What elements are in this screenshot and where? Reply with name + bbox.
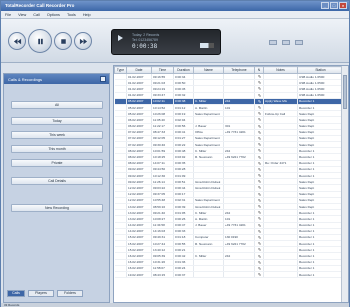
maximize-button[interactable]: □	[330, 2, 338, 9]
menu-view[interactable]: View	[18, 13, 26, 17]
play-state-icon	[118, 35, 123, 41]
column-station[interactable]: Station	[297, 66, 344, 74]
forward-icon	[79, 38, 87, 44]
sidebar-header: Calls & Recordings	[4, 74, 109, 84]
scrollbar-thumb[interactable]	[343, 75, 347, 109]
column-notes[interactable]: Notes	[263, 66, 298, 74]
sidebar-menu-icon[interactable]	[100, 76, 106, 82]
call-details-button[interactable]: Call Details	[11, 177, 103, 185]
note-icon: ✎	[254, 271, 264, 279]
status-bar: 33 Records	[1, 303, 349, 307]
tab-folders[interactable]: Folders	[57, 290, 83, 297]
column-telephone[interactable]: Telephone	[223, 66, 255, 74]
menu-help[interactable]: Help	[83, 13, 91, 17]
menu-call[interactable]: Call	[33, 13, 40, 17]
new-recording-button[interactable]: New Recording	[11, 204, 103, 212]
tab-players[interactable]: Players	[28, 290, 54, 297]
menu-options[interactable]: Options	[47, 13, 60, 17]
view-option-2-button[interactable]	[282, 40, 290, 45]
column-time[interactable]: Time	[151, 66, 174, 74]
table-cell	[263, 271, 298, 279]
table-cell	[223, 271, 255, 279]
menu-bar: File View Call Options Tools Help	[1, 11, 349, 19]
app-window: TotalRecorder Call Recorder Pro _ □ × Fi…	[0, 0, 350, 307]
minimize-button[interactable]: _	[321, 2, 329, 9]
filter-private-button[interactable]: Private	[11, 159, 103, 167]
table-cell: Recorder 1	[297, 271, 344, 279]
table-cell	[114, 271, 127, 279]
sidebar-title: Calls & Recordings	[8, 77, 43, 82]
column-note-flag[interactable]: N	[254, 66, 264, 74]
calls-grid: Type Date Time Duration Name Telephone N…	[114, 66, 344, 279]
play-pause-button[interactable]	[28, 29, 52, 53]
vertical-scrollbar[interactable]	[341, 66, 348, 302]
calls-table: Type Date Time Duration Name Telephone N…	[113, 65, 349, 303]
display-time: 0:00:38	[132, 43, 158, 50]
rewind-icon	[13, 38, 21, 44]
table-cell	[193, 271, 224, 279]
table-row[interactable]: 19.02.2007 08:43:15 0:00:37 ✎ Recorder 1	[114, 271, 344, 279]
title-bar: TotalRecorder Call Recorder Pro _ □ ×	[1, 1, 349, 11]
stop-button[interactable]	[54, 32, 72, 50]
volume-meter[interactable]	[200, 43, 214, 48]
filter-week-button[interactable]: This week	[11, 131, 103, 139]
player-toolbar: Today: 2 Records Tel: 0123456789 0:00:38	[1, 19, 349, 63]
sidebar: Calls & Recordings All Today This week T…	[3, 73, 110, 303]
forward-button[interactable]	[74, 32, 92, 50]
column-type[interactable]: Type	[114, 66, 127, 74]
column-date[interactable]: Date	[126, 66, 152, 74]
column-duration[interactable]: Duration	[173, 66, 194, 74]
status-text: 33 Records	[4, 303, 20, 307]
app-title: TotalRecorder Call Recorder Pro	[5, 3, 75, 8]
display-line-2: Tel: 0123456789	[132, 38, 158, 42]
table-header-row: Type Date Time Duration Name Telephone N…	[114, 66, 344, 74]
view-option-3-button[interactable]	[295, 40, 303, 45]
column-name[interactable]: Name	[193, 66, 224, 74]
table-cell: 08:43:15	[151, 271, 174, 279]
table-cell: 0:00:37	[173, 271, 194, 279]
pause-icon	[37, 38, 43, 44]
stop-icon	[60, 38, 66, 44]
player-display: Today: 2 Records Tel: 0123456789 0:00:38	[111, 29, 221, 55]
display-line-1: Today: 2 Records	[132, 33, 160, 37]
rewind-button[interactable]	[8, 32, 26, 50]
filter-all-button[interactable]: All	[11, 101, 103, 109]
menu-tools[interactable]: Tools	[67, 13, 76, 17]
close-button[interactable]: ×	[339, 2, 347, 9]
view-option-1-button[interactable]	[269, 40, 277, 45]
filter-today-button[interactable]: Today	[11, 117, 103, 125]
filter-month-button[interactable]: This month	[11, 145, 103, 153]
table-cell: 19.02.2007	[126, 271, 152, 279]
menu-file[interactable]: File	[5, 13, 11, 17]
tab-calls[interactable]: Calls	[7, 290, 25, 297]
